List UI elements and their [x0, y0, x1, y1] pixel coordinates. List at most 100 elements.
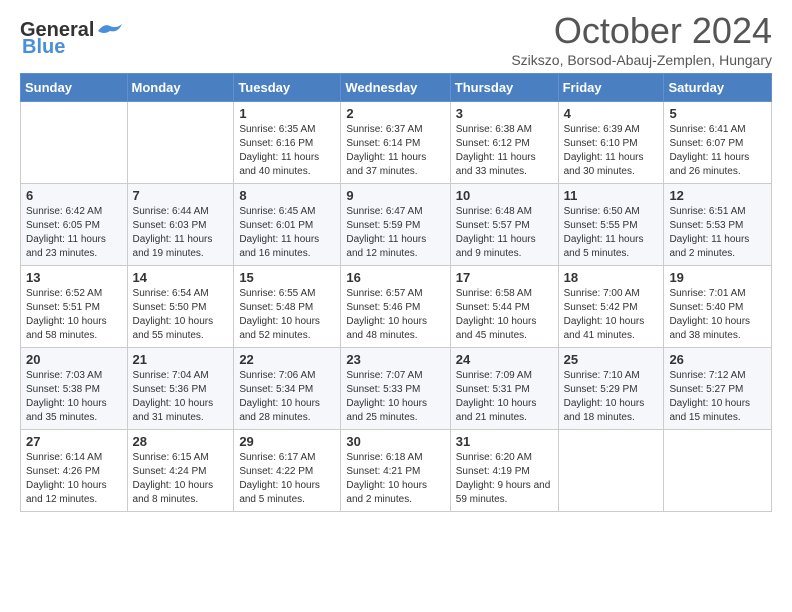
header-tuesday: Tuesday	[234, 74, 341, 102]
day-info: Sunrise: 6:20 AMSunset: 4:19 PMDaylight:…	[456, 451, 553, 507]
table-row: 28Sunrise: 6:15 AMSunset: 4:24 PMDayligh…	[127, 430, 234, 512]
table-row: 24Sunrise: 7:09 AMSunset: 5:31 PMDayligh…	[450, 348, 558, 430]
day-info: Sunrise: 7:03 AMSunset: 5:38 PMDaylight:…	[26, 369, 122, 425]
header-saturday: Saturday	[664, 74, 772, 102]
day-number: 13	[26, 270, 122, 285]
table-row: 13 Sunrise: 6:52 AMSunset: 5:51 PMDayligh…	[21, 266, 128, 348]
day-info: Sunrise: 6:17 AMSunset: 4:22 PMDaylight:…	[239, 451, 335, 507]
day-number: 2	[346, 106, 444, 121]
day-info: Sunrise: 6:47 AMSunset: 5:59 PMDaylight:…	[346, 205, 444, 261]
day-number: 18	[564, 270, 659, 285]
day-number: 21	[133, 352, 229, 367]
calendar-week-5: 27Sunrise: 6:14 AMSunset: 4:26 PMDayligh…	[21, 430, 772, 512]
table-row	[558, 430, 664, 512]
day-number: 8	[239, 188, 335, 203]
day-info: Sunrise: 7:06 AMSunset: 5:34 PMDaylight:…	[239, 369, 335, 425]
table-row: 21 Sunrise: 7:04 AMSunset: 5:36 PMDayligh…	[127, 348, 234, 430]
table-row: 9 Sunrise: 6:47 AMSunset: 5:59 PMDaylight…	[341, 184, 450, 266]
table-row: 27Sunrise: 6:14 AMSunset: 4:26 PMDayligh…	[21, 430, 128, 512]
day-info: Sunrise: 6:50 AMSunset: 5:55 PMDaylight:…	[564, 205, 659, 261]
day-number: 22	[239, 352, 335, 367]
title-section: October 2024 Szikszo, Borsod-Abauj-Zempl…	[511, 10, 772, 68]
day-number: 20	[26, 352, 122, 367]
table-row: 6Sunrise: 6:42 AMSunset: 6:05 PMDaylight…	[21, 184, 128, 266]
table-row: 31 Sunrise: 6:20 AMSunset: 4:19 PMDayligh…	[450, 430, 558, 512]
day-number: 30	[346, 434, 444, 449]
header-wednesday: Wednesday	[341, 74, 450, 102]
day-number: 19	[669, 270, 766, 285]
header-sunday: Sunday	[21, 74, 128, 102]
table-row: 5 Sunrise: 6:41 AMSunset: 6:07 PMDaylight…	[664, 102, 772, 184]
table-row: 1 Sunrise: 6:35 AMSunset: 6:16 PMDaylight…	[234, 102, 341, 184]
day-number: 25	[564, 352, 659, 367]
day-info: Sunrise: 6:45 AMSunset: 6:01 PMDaylight:…	[239, 205, 335, 261]
table-row: 8 Sunrise: 6:45 AMSunset: 6:01 PMDaylight…	[234, 184, 341, 266]
day-number: 1	[239, 106, 335, 121]
table-row	[127, 102, 234, 184]
table-row: 30 Sunrise: 6:18 AMSunset: 4:21 PMDayligh…	[341, 430, 450, 512]
table-row: 2 Sunrise: 6:37 AMSunset: 6:14 PMDaylight…	[341, 102, 450, 184]
table-row: 29 Sunrise: 6:17 AMSunset: 4:22 PMDayligh…	[234, 430, 341, 512]
days-header-row: Sunday Monday Tuesday Wednesday Thursday…	[21, 74, 772, 102]
header-thursday: Thursday	[450, 74, 558, 102]
day-info: Sunrise: 7:00 AMSunset: 5:42 PMDaylight:…	[564, 287, 659, 343]
table-row: 22 Sunrise: 7:06 AMSunset: 5:34 PMDayligh…	[234, 348, 341, 430]
day-info: Sunrise: 6:57 AMSunset: 5:46 PMDaylight:…	[346, 287, 444, 343]
calendar-wrapper: Sunday Monday Tuesday Wednesday Thursday…	[0, 73, 792, 522]
day-info: Sunrise: 7:10 AMSunset: 5:29 PMDaylight:…	[564, 369, 659, 425]
day-info: Sunrise: 6:52 AMSunset: 5:51 PMDaylight:…	[26, 287, 122, 343]
day-number: 29	[239, 434, 335, 449]
day-info: Sunrise: 7:12 AMSunset: 5:27 PMDaylight:…	[669, 369, 766, 425]
day-number: 5	[669, 106, 766, 121]
month-title: October 2024	[511, 10, 772, 52]
day-number: 12	[669, 188, 766, 203]
day-number: 3	[456, 106, 553, 121]
day-info: Sunrise: 7:04 AMSunset: 5:36 PMDaylight:…	[133, 369, 229, 425]
location-title: Szikszo, Borsod-Abauj-Zemplen, Hungary	[511, 52, 772, 68]
day-number: 11	[564, 188, 659, 203]
day-number: 28	[133, 434, 229, 449]
table-row: 20 Sunrise: 7:03 AMSunset: 5:38 PMDayligh…	[21, 348, 128, 430]
day-number: 26	[669, 352, 766, 367]
day-info: Sunrise: 6:41 AMSunset: 6:07 PMDaylight:…	[669, 123, 766, 179]
day-info: Sunrise: 6:35 AMSunset: 6:16 PMDaylight:…	[239, 123, 335, 179]
table-row: 14 Sunrise: 6:54 AMSunset: 5:50 PMDayligh…	[127, 266, 234, 348]
table-row: 11 Sunrise: 6:50 AMSunset: 5:55 PMDayligh…	[558, 184, 664, 266]
day-number: 9	[346, 188, 444, 203]
day-info: Sunrise: 6:39 AMSunset: 6:10 PMDaylight:…	[564, 123, 659, 179]
day-info: Sunrise: 7:01 AMSunset: 5:40 PMDaylight:…	[669, 287, 766, 343]
day-info: Sunrise: 6:48 AMSunset: 5:57 PMDaylight:…	[456, 205, 553, 261]
day-number: 31	[456, 434, 553, 449]
page-header: General Blue October 2024 Szikszo, Borso…	[0, 0, 792, 73]
day-number: 17	[456, 270, 553, 285]
day-number: 4	[564, 106, 659, 121]
day-number: 14	[133, 270, 229, 285]
table-row: 17 Sunrise: 6:58 AMSunset: 5:44 PMDayligh…	[450, 266, 558, 348]
day-number: 23	[346, 352, 444, 367]
table-row: 12Sunrise: 6:51 AMSunset: 5:53 PMDayligh…	[664, 184, 772, 266]
table-row: 7Sunrise: 6:44 AMSunset: 6:03 PMDaylight…	[127, 184, 234, 266]
table-row: 19 Sunrise: 7:01 AMSunset: 5:40 PMDayligh…	[664, 266, 772, 348]
day-info: Sunrise: 6:38 AMSunset: 6:12 PMDaylight:…	[456, 123, 553, 179]
calendar-week-3: 13 Sunrise: 6:52 AMSunset: 5:51 PMDayligh…	[21, 266, 772, 348]
day-info: Sunrise: 6:37 AMSunset: 6:14 PMDaylight:…	[346, 123, 444, 179]
day-number: 7	[133, 188, 229, 203]
day-number: 27	[26, 434, 122, 449]
day-number: 15	[239, 270, 335, 285]
table-row	[21, 102, 128, 184]
day-info: Sunrise: 7:07 AMSunset: 5:33 PMDaylight:…	[346, 369, 444, 425]
calendar-week-2: 6Sunrise: 6:42 AMSunset: 6:05 PMDaylight…	[21, 184, 772, 266]
logo: General Blue	[20, 19, 124, 59]
header-friday: Friday	[558, 74, 664, 102]
day-info: Sunrise: 6:58 AMSunset: 5:44 PMDaylight:…	[456, 287, 553, 343]
table-row: 16Sunrise: 6:57 AMSunset: 5:46 PMDayligh…	[341, 266, 450, 348]
table-row: 10Sunrise: 6:48 AMSunset: 5:57 PMDayligh…	[450, 184, 558, 266]
day-info: Sunrise: 6:18 AMSunset: 4:21 PMDaylight:…	[346, 451, 444, 507]
table-row	[664, 430, 772, 512]
table-row: 25 Sunrise: 7:10 AMSunset: 5:29 PMDayligh…	[558, 348, 664, 430]
day-info: Sunrise: 6:54 AMSunset: 5:50 PMDaylight:…	[133, 287, 229, 343]
day-info: Sunrise: 6:55 AMSunset: 5:48 PMDaylight:…	[239, 287, 335, 343]
table-row: 3 Sunrise: 6:38 AMSunset: 6:12 PMDaylight…	[450, 102, 558, 184]
day-number: 6	[26, 188, 122, 203]
calendar-week-4: 20 Sunrise: 7:03 AMSunset: 5:38 PMDayligh…	[21, 348, 772, 430]
